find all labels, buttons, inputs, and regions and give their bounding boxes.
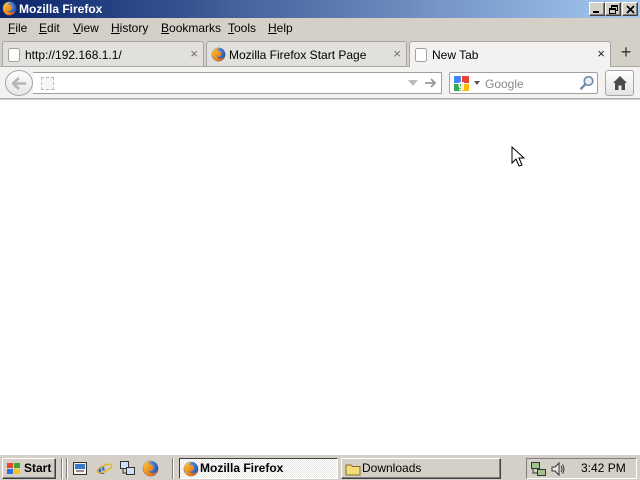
menu-tools[interactable]: Tools (228, 22, 256, 35)
internet-explorer-icon[interactable]: e (96, 460, 113, 477)
menu-file[interactable]: File (8, 22, 27, 35)
tab-close-icon[interactable]: × (190, 47, 198, 60)
url-input[interactable] (59, 75, 399, 92)
back-arrow-icon (12, 77, 26, 90)
menu-view[interactable]: View (73, 22, 99, 35)
google-icon[interactable]: g (454, 76, 469, 91)
taskbar-button-label: Downloads (362, 461, 422, 475)
taskbar-separator (66, 458, 68, 479)
home-icon (613, 76, 627, 90)
taskbar-separator (61, 458, 63, 479)
minimize-icon (593, 11, 599, 13)
volume-icon[interactable] (550, 461, 566, 477)
tab-start-page[interactable]: Mozilla Firefox Start Page × (206, 41, 407, 66)
taskbar-button-label: Mozilla Firefox (200, 461, 284, 475)
tab-router[interactable]: http://192.168.1.1/ × (2, 41, 204, 66)
taskbar: Start e Mozilla Firefox Downloads 3:42 P… (0, 454, 640, 480)
search-bar[interactable]: g (449, 72, 598, 94)
taskbar-separator (172, 458, 174, 479)
menu-history[interactable]: History (111, 22, 148, 35)
page-content[interactable] (0, 100, 640, 454)
close-icon (626, 5, 635, 14)
svg-text:g: g (458, 79, 465, 91)
firefox-icon[interactable] (142, 460, 159, 477)
firefox-icon (183, 461, 199, 477)
engine-dropdown-icon[interactable] (474, 81, 480, 85)
show-desktop-icon[interactable] (72, 460, 89, 477)
folder-icon (345, 464, 361, 476)
tab-close-icon[interactable]: × (393, 47, 401, 60)
title-bar[interactable]: Mozilla Firefox (0, 0, 640, 18)
tab-new-tab[interactable]: New Tab × (409, 41, 611, 68)
taskbar-downloads-button[interactable]: Downloads (341, 458, 501, 479)
taskbar-firefox-button[interactable]: Mozilla Firefox (179, 458, 338, 479)
minimize-button[interactable] (589, 2, 605, 16)
navigation-bar: g (0, 67, 640, 99)
blank-page-icon (414, 48, 428, 62)
tab-strip: http://192.168.1.1/ × Mozilla Firefox St… (0, 39, 640, 68)
start-label: Start (24, 461, 52, 475)
firefox-icon (211, 47, 226, 62)
new-tab-button[interactable]: + (613, 41, 639, 66)
search-icon[interactable] (579, 75, 595, 91)
home-button[interactable] (605, 70, 634, 96)
tab-label: Mozilla Firefox Start Page (229, 48, 367, 62)
site-identity-icon[interactable] (41, 77, 54, 90)
window-title: Mozilla Firefox (19, 2, 103, 16)
mouse-cursor-icon (511, 146, 525, 167)
system-tray: 3:42 PM (526, 458, 637, 479)
close-button[interactable] (622, 2, 638, 16)
clock: 3:42 PM (581, 461, 626, 475)
back-button[interactable] (5, 70, 33, 96)
windows-logo-icon (7, 463, 20, 474)
tab-close-icon[interactable]: × (597, 47, 605, 60)
plus-icon: + (620, 42, 632, 62)
tab-label: http://192.168.1.1/ (25, 48, 122, 62)
restore-icon (609, 5, 618, 14)
firefox-icon (2, 1, 17, 16)
go-arrow-icon[interactable] (424, 76, 438, 90)
menu-edit[interactable]: Edit (39, 22, 60, 35)
restore-button[interactable] (605, 2, 621, 16)
menu-bar: File Edit View History Bookmarks Tools H… (0, 18, 640, 39)
network-tray-icon[interactable] (530, 461, 548, 477)
tab-label: New Tab (432, 48, 479, 62)
start-button[interactable]: Start (2, 458, 56, 479)
history-dropdown-icon[interactable] (408, 80, 418, 86)
url-bar[interactable] (33, 72, 442, 94)
network-icon[interactable] (119, 460, 136, 477)
menu-help[interactable]: Help (268, 22, 293, 35)
blank-page-icon (7, 48, 21, 62)
search-input[interactable] (485, 75, 573, 92)
menu-bookmarks[interactable]: Bookmarks (161, 22, 221, 35)
